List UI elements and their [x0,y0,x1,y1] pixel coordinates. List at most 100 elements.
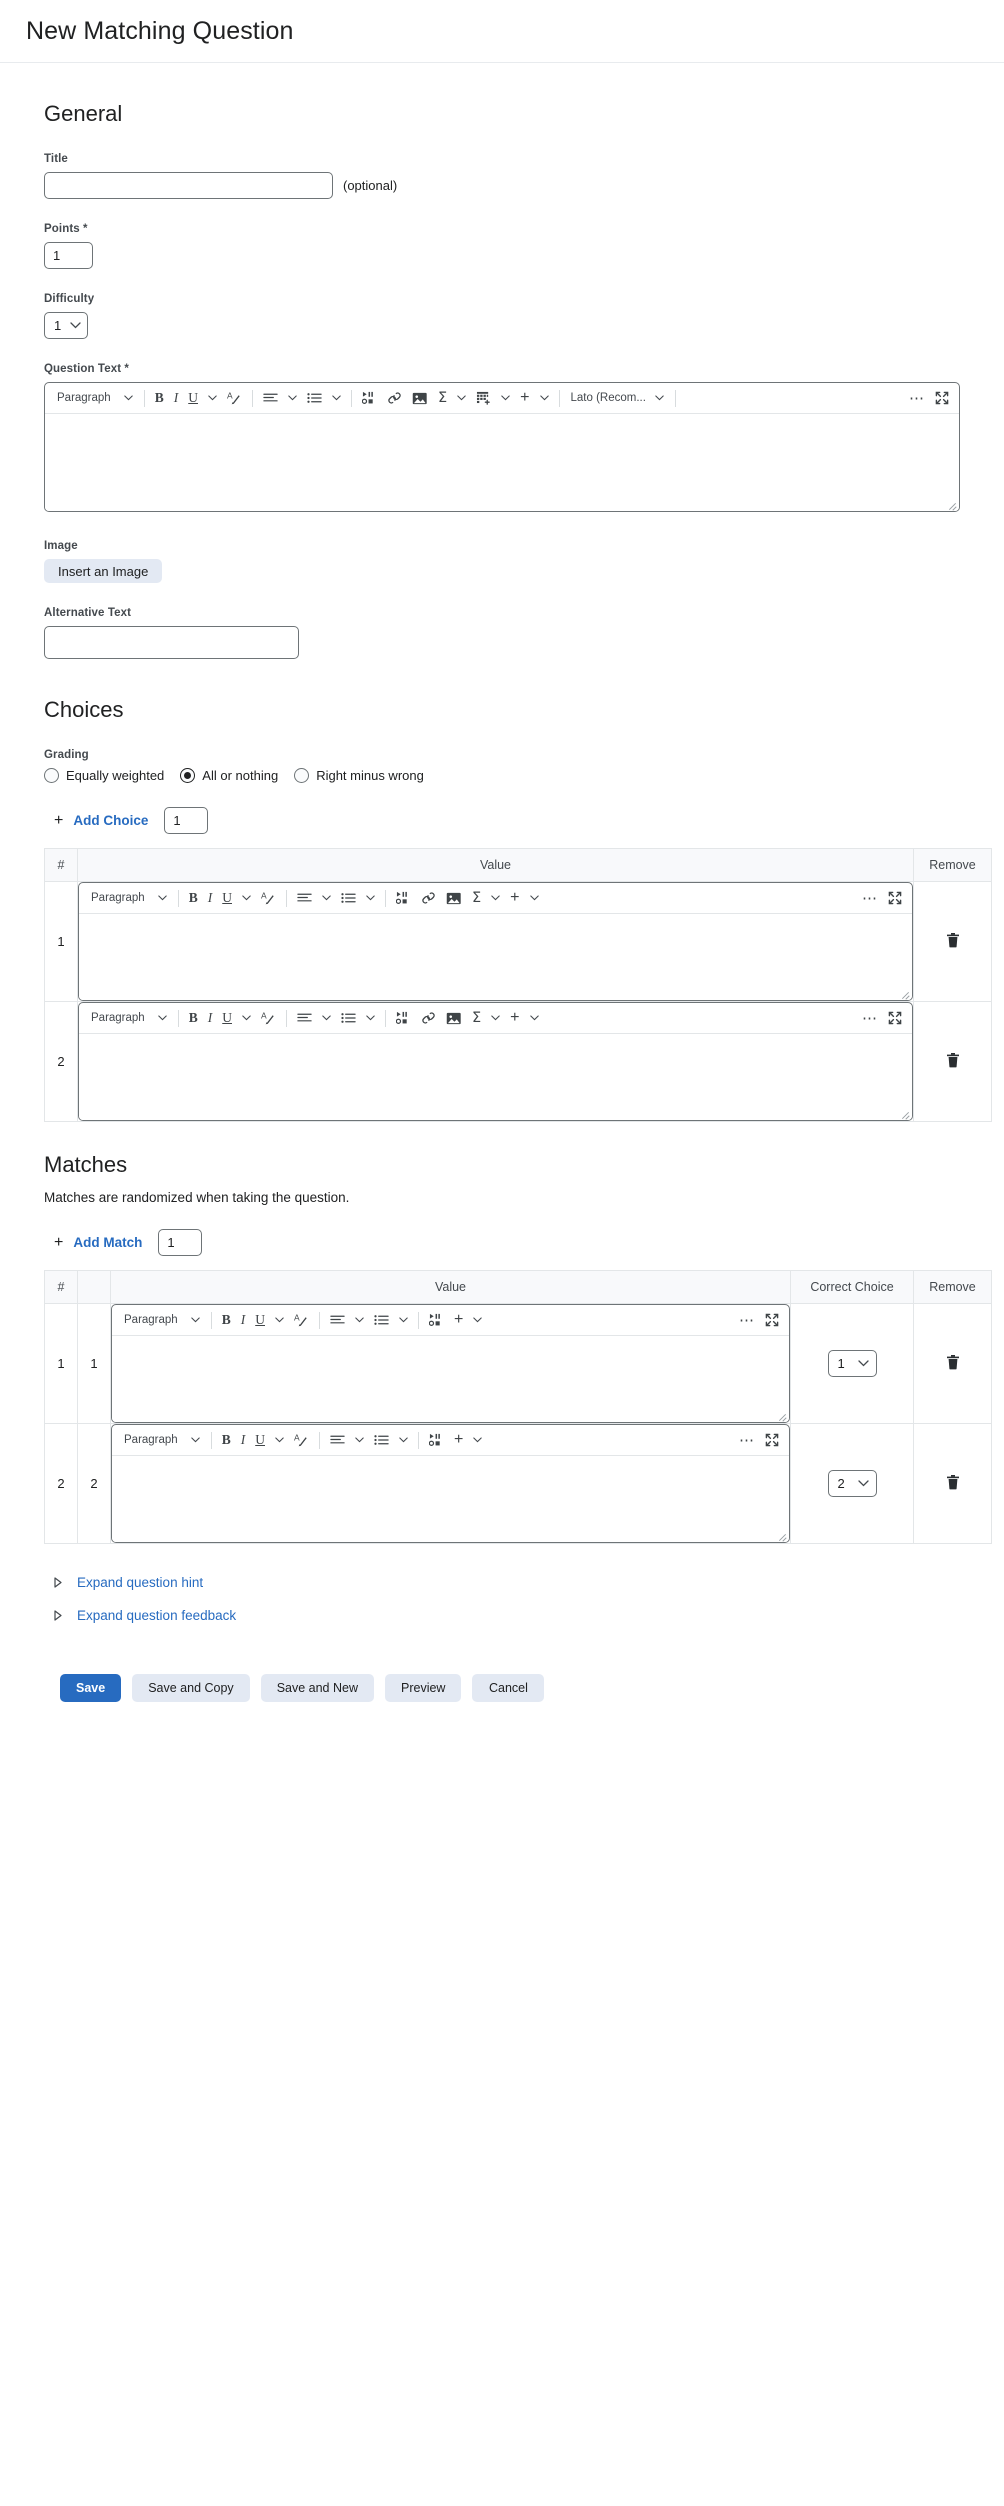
align-dropdown-chevron-icon[interactable] [350,1308,369,1332]
underline-dropdown-chevron-icon[interactable] [270,1428,289,1452]
list-icon[interactable] [369,1308,394,1332]
points-input[interactable] [44,242,93,269]
bold-icon[interactable]: B [184,886,203,910]
insert-icon[interactable]: + [449,1428,468,1452]
match-1-editable-area[interactable] [112,1336,789,1422]
expand-question-feedback-row[interactable]: Expand question feedback [54,1599,960,1632]
preview-button[interactable]: Preview [385,1674,462,1702]
save-button[interactable]: Save [60,1674,122,1702]
resize-handle[interactable] [776,1530,787,1541]
insert-an-image-button[interactable]: Insert an Image [44,559,163,583]
list-dropdown-chevron-icon[interactable] [361,1006,380,1030]
save-and-new-button[interactable]: Save and New [260,1674,374,1702]
bold-icon[interactable]: B [150,386,169,410]
media-icon[interactable] [391,1006,416,1030]
paragraph-style-dropdown[interactable]: Paragraph [84,1006,173,1030]
remove-choice-1-button[interactable] [946,932,960,948]
underline-icon[interactable]: U [217,1006,237,1030]
list-icon[interactable] [369,1428,394,1452]
grading-option-equally-weighted[interactable]: Equally weighted [44,768,164,783]
insert-dropdown-chevron-icon[interactable] [525,1006,544,1030]
underline-icon[interactable]: U [250,1308,270,1332]
font-family-dropdown[interactable]: Lato (Recom... [565,386,670,410]
more-options-icon[interactable]: ⋯ [857,886,883,910]
difficulty-select[interactable]: 1 [44,312,88,339]
insert-icon[interactable]: + [505,886,524,910]
italic-icon[interactable]: I [203,1006,218,1030]
image-icon[interactable] [407,386,433,410]
more-options-icon[interactable]: ⋯ [734,1428,760,1452]
add-match-count-input[interactable] [158,1229,203,1256]
cancel-button[interactable]: Cancel [472,1674,545,1702]
text-color-icon[interactable]: A [222,386,247,410]
alternative-text-input[interactable] [44,626,299,659]
fullscreen-icon[interactable] [760,1428,784,1452]
title-input[interactable] [44,172,333,199]
choice-1-editable-area[interactable] [79,914,912,1000]
align-dropdown-chevron-icon[interactable] [317,1006,336,1030]
media-icon[interactable] [357,386,382,410]
insert-icon[interactable]: + [449,1308,468,1332]
media-icon[interactable] [424,1428,449,1452]
remove-match-1-button[interactable] [946,1354,960,1370]
match-2-editor[interactable]: Paragraph B I U A + ⋯ [111,1424,790,1543]
grading-option-right-minus-wrong[interactable]: Right minus wrong [294,768,424,783]
list-dropdown-chevron-icon[interactable] [394,1308,413,1332]
insert-icon[interactable]: + [515,386,534,410]
link-icon[interactable] [416,886,441,910]
add-choice-count-input[interactable] [164,807,209,834]
align-icon[interactable] [292,1006,317,1030]
list-dropdown-chevron-icon[interactable] [327,386,346,410]
image-icon[interactable] [441,1006,467,1030]
align-dropdown-chevron-icon[interactable] [350,1428,369,1452]
underline-dropdown-chevron-icon[interactable] [270,1308,289,1332]
add-match-link[interactable]: Add Match [73,1235,142,1250]
choice-1-editor[interactable]: Paragraph B I U A Σ + ⋯ [78,882,913,1001]
bold-icon[interactable]: B [217,1428,236,1452]
fullscreen-icon[interactable] [760,1308,784,1332]
underline-dropdown-chevron-icon[interactable] [203,386,222,410]
grading-option-all-or-nothing[interactable]: All or nothing [180,768,278,783]
remove-match-2-button[interactable] [946,1474,960,1490]
media-icon[interactable] [424,1308,449,1332]
list-dropdown-chevron-icon[interactable] [361,886,380,910]
more-options-icon[interactable]: ⋯ [857,1006,883,1030]
match-2-editable-area[interactable] [112,1456,789,1542]
equation-icon[interactable]: Σ [467,886,486,910]
insert-dropdown-chevron-icon[interactable] [468,1428,487,1452]
add-choice-link[interactable]: Add Choice [73,813,148,828]
equation-dropdown-chevron-icon[interactable] [486,1006,505,1030]
text-color-icon[interactable]: A [256,1006,281,1030]
link-icon[interactable] [416,1006,441,1030]
text-color-icon[interactable]: A [289,1308,314,1332]
correct-choice-select-2[interactable]: 2 [827,1470,877,1497]
resize-handle[interactable] [899,988,910,999]
image-icon[interactable] [441,886,467,910]
fullscreen-icon[interactable] [930,386,954,410]
underline-dropdown-chevron-icon[interactable] [237,1006,256,1030]
question-text-editable-area[interactable] [45,414,959,511]
list-icon[interactable] [302,386,327,410]
underline-icon[interactable]: U [217,886,237,910]
choice-2-editor[interactable]: Paragraph B I U A Σ + ⋯ [78,1002,913,1121]
question-text-editor[interactable]: Paragraph B I U A Σ + Lato (Recom... ⋯ [44,382,960,512]
italic-icon[interactable]: I [236,1428,251,1452]
bold-icon[interactable]: B [217,1308,236,1332]
paragraph-style-dropdown[interactable]: Paragraph [50,386,139,410]
resize-handle[interactable] [899,1108,910,1119]
italic-icon[interactable]: I [203,886,218,910]
italic-icon[interactable]: I [169,386,184,410]
equation-icon[interactable]: Σ [467,1006,486,1030]
resize-handle[interactable] [776,1410,787,1421]
fullscreen-icon[interactable] [883,886,907,910]
insert-dropdown-chevron-icon[interactable] [525,886,544,910]
list-icon[interactable] [336,1006,361,1030]
fullscreen-icon[interactable] [883,1006,907,1030]
remove-choice-2-button[interactable] [946,1052,960,1068]
paragraph-style-dropdown[interactable]: Paragraph [117,1308,206,1332]
insert-dropdown-chevron-icon[interactable] [468,1308,487,1332]
media-icon[interactable] [391,886,416,910]
equation-dropdown-chevron-icon[interactable] [452,386,471,410]
italic-icon[interactable]: I [236,1308,251,1332]
equation-dropdown-chevron-icon[interactable] [486,886,505,910]
